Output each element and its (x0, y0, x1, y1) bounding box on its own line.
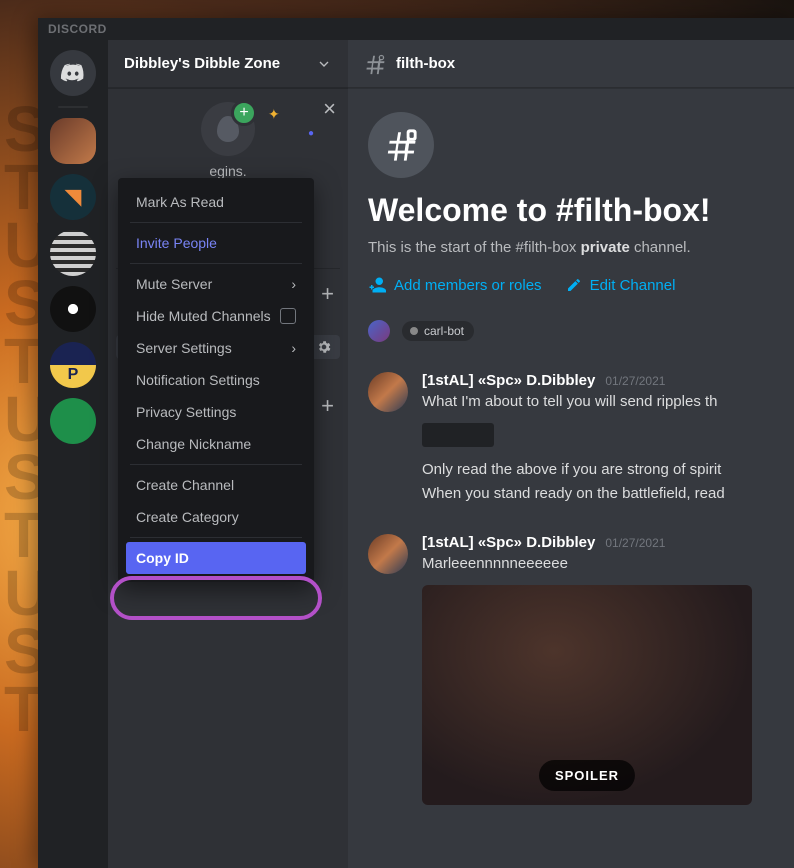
server-rail: ◥ (38, 40, 108, 868)
server-icon[interactable] (50, 398, 96, 444)
titlebar-brand: DISCORD (48, 22, 107, 36)
bot-pill[interactable]: carl-bot (402, 321, 474, 341)
titlebar: DISCORD (38, 18, 794, 40)
server-icon[interactable] (50, 118, 96, 164)
avatar[interactable] (368, 534, 408, 574)
avatar[interactable] (368, 372, 408, 412)
menu-change-nickname[interactable]: Change Nickname (126, 428, 306, 460)
menu-create-channel[interactable]: Create Channel (126, 469, 306, 501)
server-icon[interactable] (50, 230, 96, 276)
welcome-block: Welcome to #filth-box! This is the start… (368, 112, 774, 294)
server-icon[interactable] (50, 342, 96, 388)
server-context-menu: Mark As Read Invite People Mute Server ›… (118, 178, 314, 582)
welcome-hash-badge (368, 112, 434, 178)
welcome-subtitle: This is the start of the #filth-box priv… (368, 239, 774, 256)
menu-hide-muted[interactable]: Hide Muted Channels (126, 300, 306, 332)
chat-scroll-area[interactable]: Welcome to #filth-box! This is the start… (348, 88, 794, 868)
gear-icon[interactable] (316, 339, 332, 355)
menu-separator (130, 222, 302, 223)
server-icon[interactable]: ◥ (50, 174, 96, 220)
discord-logo-icon (60, 60, 86, 86)
menu-mark-as-read[interactable]: Mark As Read (126, 186, 306, 218)
bot-indicator-row: carl-bot (368, 320, 774, 342)
sparkle-icon: ✦ (268, 106, 280, 123)
message-author[interactable]: [1stAL] «Spc» D.Dibbley (422, 372, 595, 389)
message: [1stAL] «Spc» D.Dibbley 01/27/2021 What … (368, 372, 774, 504)
message-text: Marleeennnnneeeeee (422, 553, 752, 575)
chevron-right-icon: › (291, 340, 296, 356)
menu-mute-server[interactable]: Mute Server › (126, 268, 306, 300)
status-dot-icon (410, 327, 418, 335)
server-icon[interactable] (50, 286, 96, 332)
add-channel-icon[interactable]: + (321, 281, 334, 307)
welcome-title: Welcome to #filth-box! (368, 192, 774, 229)
server-name: Dibbley's Dibble Zone (124, 55, 280, 72)
add-members-link[interactable]: Add members or roles (368, 276, 542, 294)
menu-separator (130, 263, 302, 264)
person-add-icon (368, 276, 386, 294)
menu-notification-settings[interactable]: Notification Settings (126, 364, 306, 396)
bot-name: carl-bot (424, 324, 464, 338)
menu-separator (130, 537, 302, 538)
menu-copy-id[interactable]: Copy ID (126, 542, 306, 574)
discord-app-window: DISCORD ◥ Dibbley's Dibble Zone (38, 18, 794, 868)
server-header[interactable]: Dibbley's Dibble Zone (108, 40, 348, 88)
message: [1stAL] «Spc» D.Dibbley 01/27/2021 Marle… (368, 534, 774, 805)
home-button[interactable] (50, 50, 96, 96)
rail-divider (58, 106, 88, 108)
menu-separator (130, 464, 302, 465)
message-text: When you stand ready on the battlefield,… (422, 483, 725, 505)
spoiler-attachment[interactable]: SPOILER (422, 585, 752, 805)
close-icon[interactable]: × (323, 96, 336, 122)
edit-channel-link[interactable]: Edit Channel (566, 277, 676, 294)
message-timestamp: 01/27/2021 (605, 374, 665, 388)
sparkle-icon: ● (308, 128, 314, 139)
chevron-down-icon (316, 56, 332, 72)
menu-create-category[interactable]: Create Category (126, 501, 306, 533)
plus-badge-icon: + (231, 100, 257, 126)
boost-orb-graphic: + (201, 102, 255, 156)
channel-title: filth-box (396, 55, 455, 72)
channel-header: filth-box (348, 40, 794, 88)
menu-invite-people[interactable]: Invite People (126, 227, 306, 259)
checkbox-icon (280, 308, 296, 324)
hash-lock-icon (364, 53, 386, 75)
menu-server-settings[interactable]: Server Settings › (126, 332, 306, 364)
chevron-right-icon: › (291, 276, 296, 292)
bot-avatar (368, 320, 390, 342)
menu-privacy-settings[interactable]: Privacy Settings (126, 396, 306, 428)
spoiler-inline[interactable] (422, 423, 494, 447)
message-text: What I'm about to tell you will send rip… (422, 391, 725, 413)
add-channel-icon[interactable]: + (321, 393, 334, 419)
message-author[interactable]: [1stAL] «Spc» D.Dibbley (422, 534, 595, 551)
message-timestamp: 01/27/2021 (605, 536, 665, 550)
spoiler-button[interactable]: SPOILER (539, 760, 635, 791)
chat-main-column: filth-box Welcome to #filth-box! This is… (348, 40, 794, 868)
message-text: Only read the above if you are strong of… (422, 459, 725, 481)
pencil-icon (566, 277, 582, 293)
